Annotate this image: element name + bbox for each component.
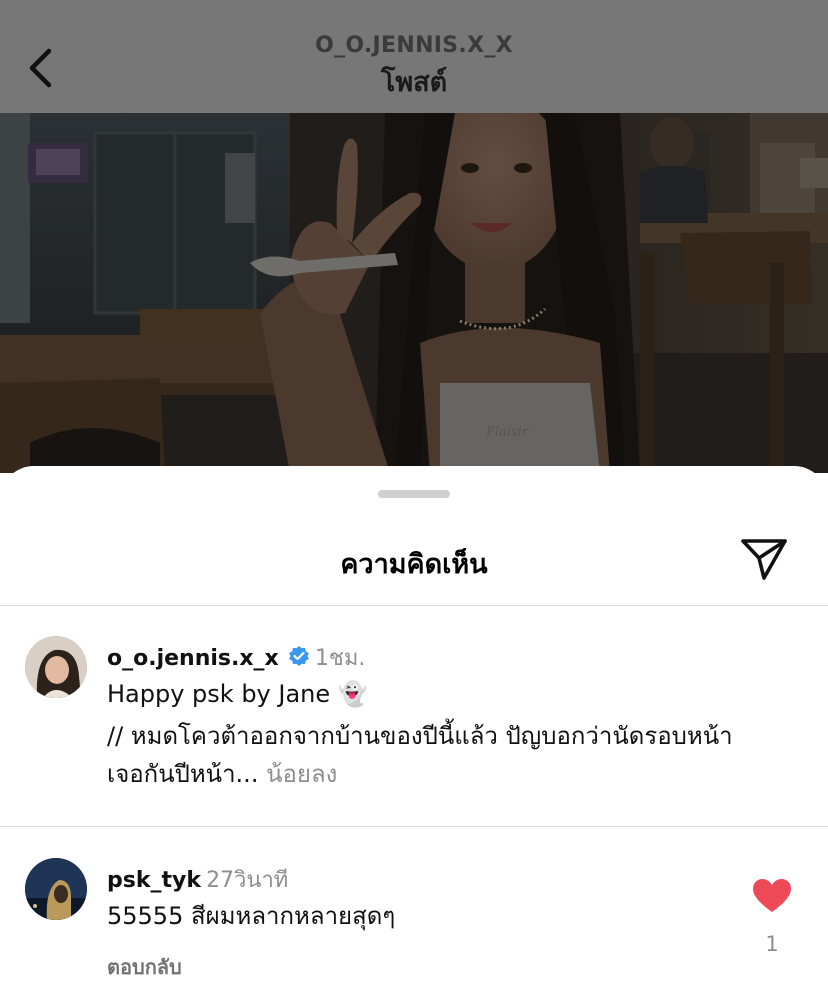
avatar[interactable]	[25, 636, 87, 698]
caption-divider	[0, 826, 828, 827]
comments-title: ความคิดเห็น	[340, 549, 488, 580]
comment-text: 55555 สีผมหลากหลายสุดๆ	[107, 902, 396, 930]
caption-time: 1ชม.	[314, 646, 366, 671]
svg-text:Flaisir: Flaisir	[485, 425, 529, 440]
show-less-link[interactable]: น้อยลง	[266, 760, 337, 788]
caption-text-line1: Happy psk by Jane 👻	[107, 680, 368, 708]
heart-filled-icon	[753, 879, 791, 912]
caption-text-line2: // หมดโควต้าออกจากบ้านของปีนี้แล้ว ปัญบอ…	[107, 722, 733, 750]
verified-badge-icon	[288, 645, 310, 671]
caption-meta: o_o.jennis.x_x 1ชม.	[107, 640, 365, 675]
like-button[interactable]	[752, 878, 792, 914]
avatar-image	[25, 858, 87, 920]
share-button[interactable]	[738, 536, 790, 584]
caption-text-line3-wrap: เจอกันปีหน้า... น้อยลง	[107, 754, 337, 794]
like-count: 1	[765, 932, 779, 956]
comment-username[interactable]: psk_tyk	[107, 868, 201, 893]
reply-button[interactable]: ตอบกลับ	[107, 951, 182, 983]
page-title: โพสต์	[380, 67, 448, 98]
comment-time: 27วินาที	[206, 868, 289, 893]
post-header: O_O.JENNIS.X_X โพสต์	[0, 0, 828, 113]
paper-plane-icon	[741, 539, 787, 580]
caption-text-line3: เจอกันปีหน้า...	[107, 760, 259, 788]
sheet-drag-handle[interactable]	[378, 490, 450, 498]
avatar-image	[25, 636, 87, 698]
avatar[interactable]	[25, 858, 87, 920]
comments-sheet: ความคิดเห็น o_o.jennis.x_x 1ชม. Happy ps…	[0, 466, 828, 1007]
header-divider	[0, 605, 828, 606]
comment-meta: psk_tyk 27วินาที	[107, 862, 288, 897]
post-photo[interactable]: Flaisir	[0, 113, 828, 473]
post-photo-image: Flaisir	[0, 113, 828, 473]
caption-username[interactable]: o_o.jennis.x_x	[107, 646, 279, 671]
post-owner-username[interactable]: O_O.JENNIS.X_X	[0, 33, 828, 58]
